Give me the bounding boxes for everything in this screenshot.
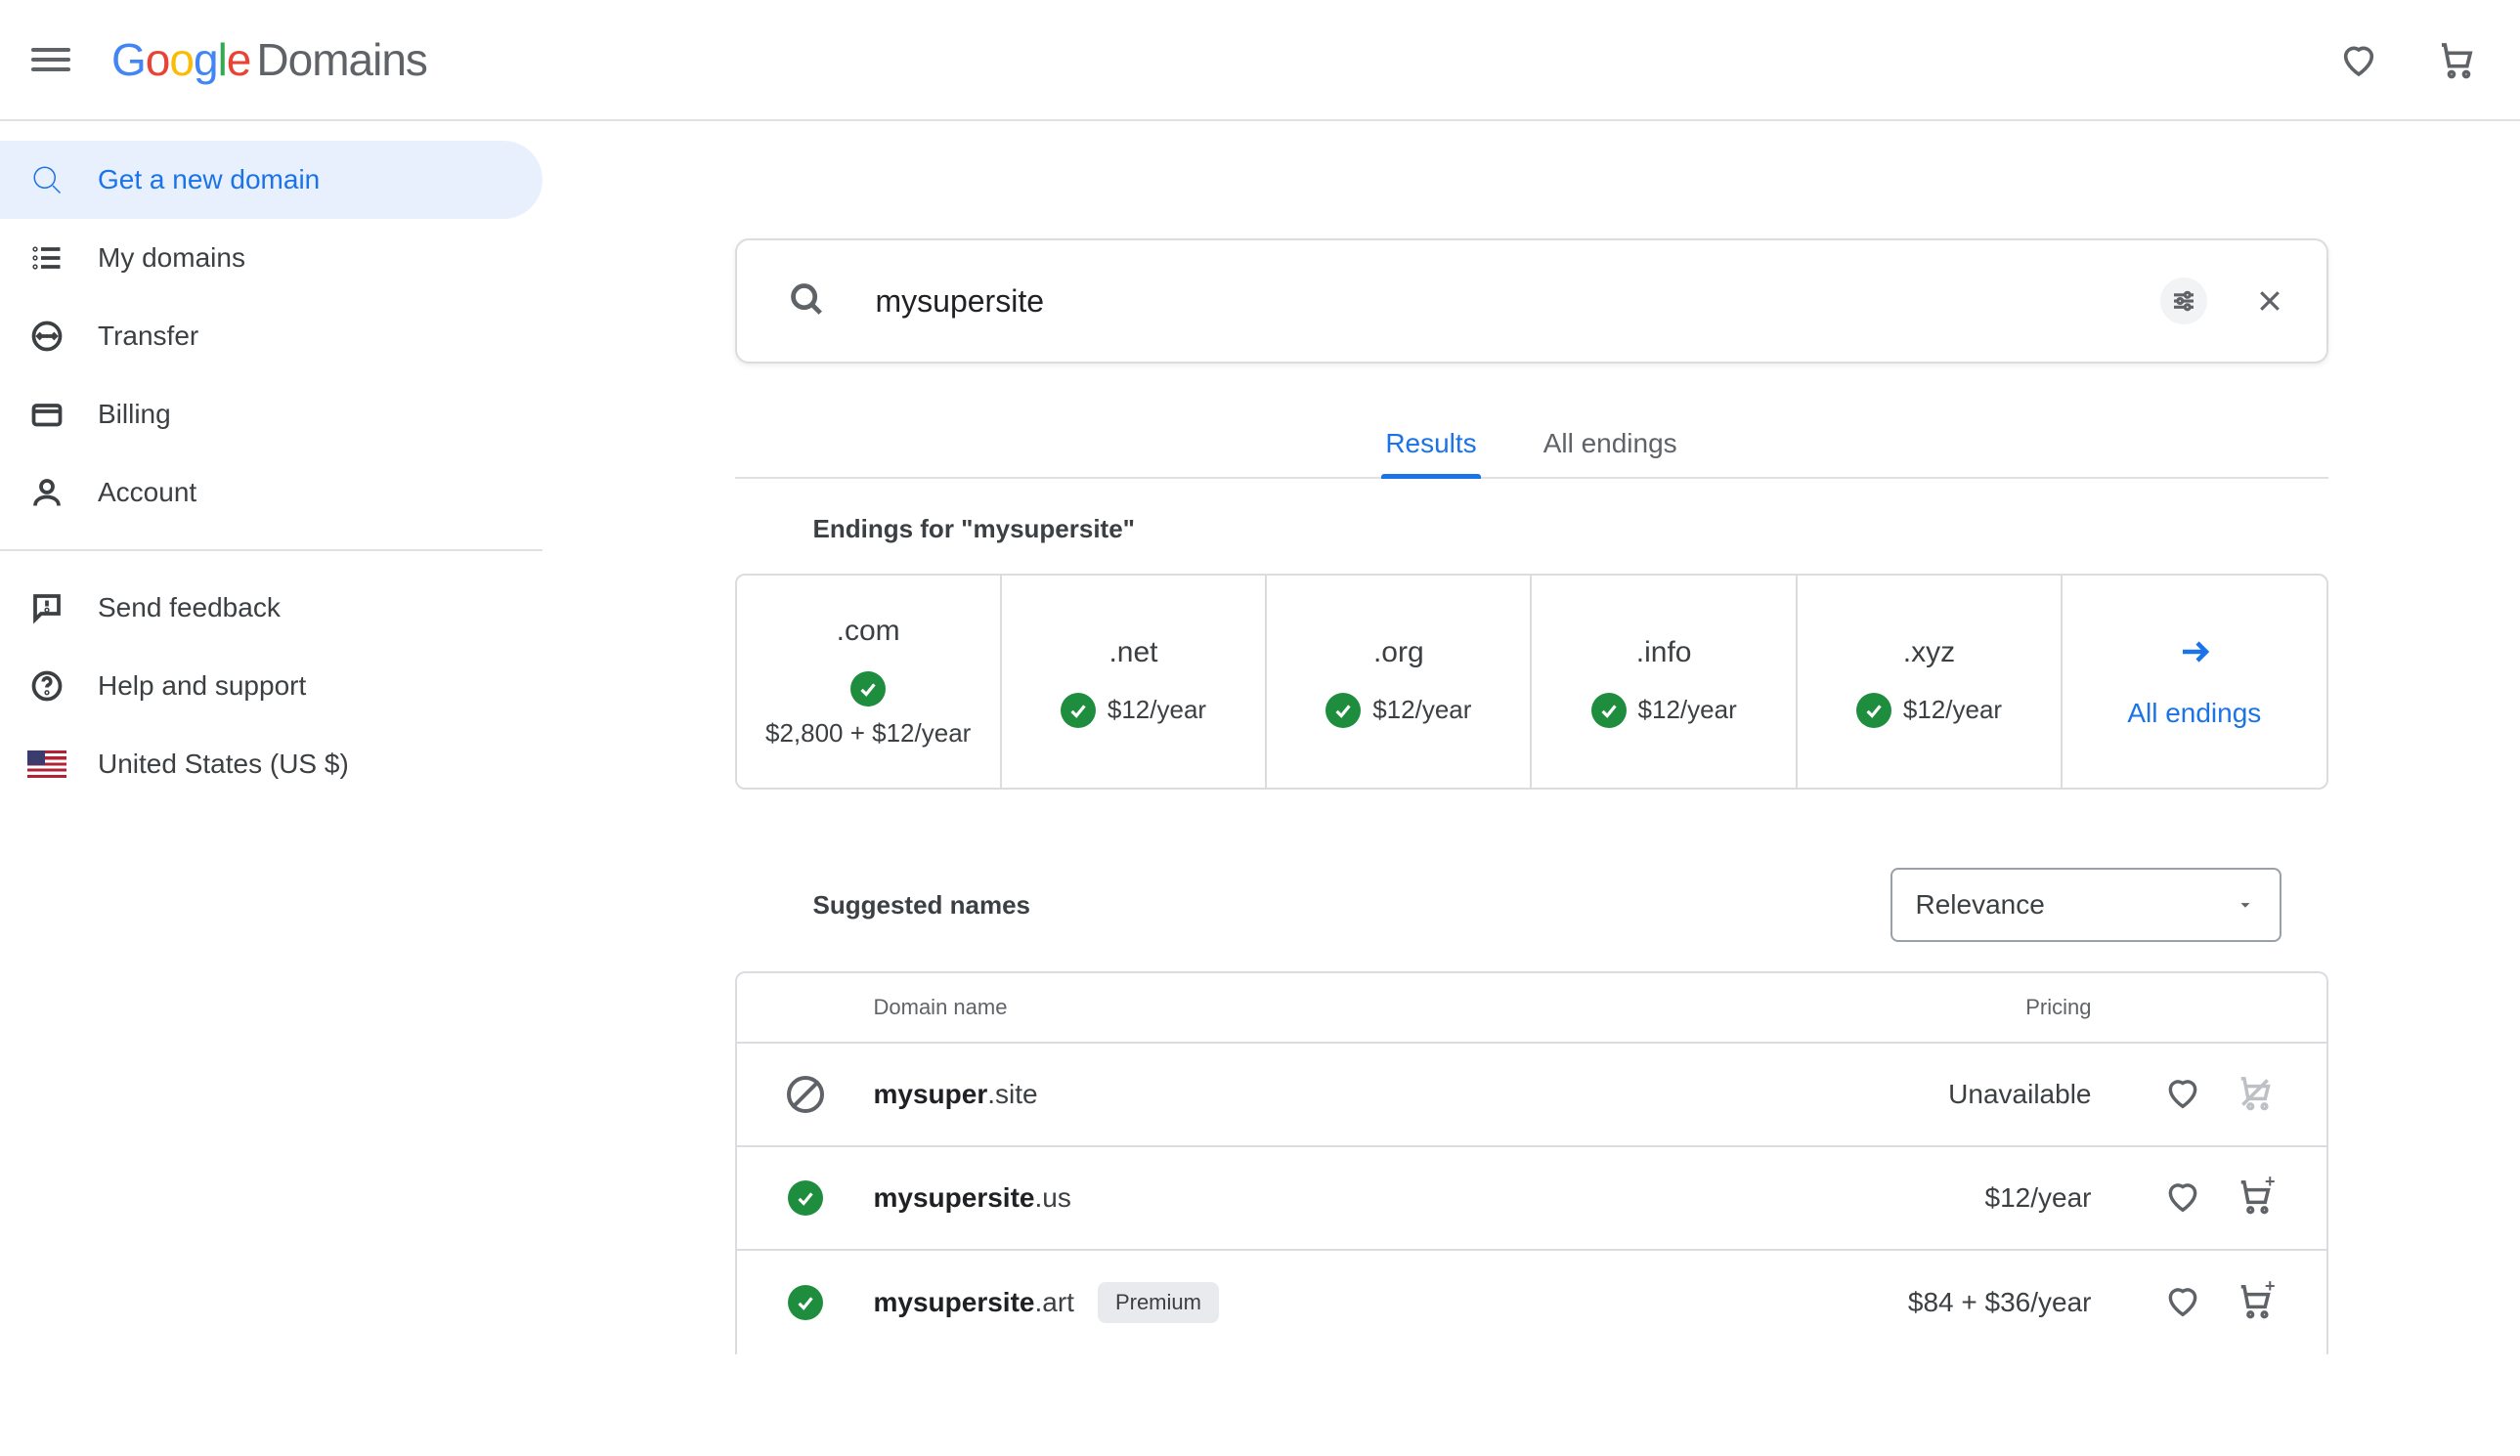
sidebar-item-label: Billing <box>98 399 171 430</box>
ending-price: $12/year <box>1638 695 1737 725</box>
ending-tld: .info <box>1636 636 1692 669</box>
sidebar-item-label: Send feedback <box>98 592 281 623</box>
ending-tld: .net <box>1108 636 1157 669</box>
clear-search-button[interactable] <box>2246 278 2293 324</box>
sidebar-item-billing[interactable]: Billing <box>0 375 543 453</box>
heart-icon[interactable] <box>2164 1074 2201 1116</box>
chevron-down-icon <box>2235 894 2256 916</box>
sidebar-item-label: Help and support <box>98 670 306 702</box>
domain-ext: .site <box>987 1079 1037 1109</box>
ending-tld: .xyz <box>1903 636 1955 669</box>
arrow-right-icon <box>2177 634 2212 674</box>
tab-all-endings[interactable]: All endings <box>1540 410 1681 477</box>
ending-price: $2,800 + $12/year <box>765 718 971 748</box>
table-row[interactable]: mysupersite.us $12/year + <box>737 1147 2326 1251</box>
results-table-header: Domain name Pricing <box>737 973 2326 1044</box>
cart-icon[interactable] <box>2432 35 2481 84</box>
domain-base: mysupersite <box>874 1287 1035 1317</box>
row-price: Unavailable <box>1948 1079 2091 1110</box>
check-icon <box>1325 693 1361 728</box>
help-icon <box>27 666 66 706</box>
sidebar-item-get-new-domain[interactable]: Get a new domain <box>0 141 543 219</box>
ending-cell-xyz[interactable]: .xyz $12/year <box>1798 576 2063 788</box>
sidebar-item-feedback[interactable]: Send feedback <box>0 569 543 647</box>
endings-title: Endings for "mysupersite" <box>813 514 2328 544</box>
unavailable-icon <box>787 1076 824 1113</box>
heart-icon[interactable] <box>2164 1282 2201 1324</box>
sidebar-item-my-domains[interactable]: My domains <box>0 219 543 297</box>
sidebar: Get a new domain My domains Transfer Bil… <box>0 121 543 1354</box>
search-icon <box>27 160 66 199</box>
product-name: Domains <box>256 33 427 86</box>
ending-price: $12/year <box>1372 695 1471 725</box>
cart-disabled-icon <box>2237 1074 2274 1116</box>
search-icon <box>788 280 825 322</box>
domain-search-input[interactable] <box>874 282 2160 321</box>
credit-card-icon <box>27 395 66 434</box>
results-table: Domain name Pricing mysuper.site Unavail… <box>735 971 2328 1354</box>
ending-cell-org[interactable]: .org $12/year <box>1267 576 1532 788</box>
sidebar-item-label: My domains <box>98 242 245 274</box>
table-row[interactable]: mysupersite.art Premium $84 + $36/year + <box>737 1251 2326 1354</box>
sidebar-item-transfer[interactable]: Transfer <box>0 297 543 375</box>
sort-select[interactable]: Relevance <box>1890 868 2281 942</box>
check-icon <box>1591 693 1627 728</box>
suggested-header: Suggested names Relevance <box>735 868 2328 942</box>
check-icon <box>850 671 886 707</box>
domain-base: mysuper <box>874 1079 988 1109</box>
col-domain-label: Domain name <box>874 995 1008 1020</box>
domain-search-box <box>735 238 2328 364</box>
results-tabs: Results All endings <box>735 410 2328 479</box>
transfer-icon <box>27 317 66 356</box>
sidebar-item-label: Get a new domain <box>98 164 320 195</box>
endings-grid: .com $2,800 + $12/year .net $12/year .or… <box>735 574 2328 790</box>
google-domains-logo[interactable]: Google Domains <box>111 33 427 86</box>
feedback-icon <box>27 588 66 627</box>
sidebar-item-help[interactable]: Help and support <box>0 647 543 725</box>
divider <box>0 549 543 551</box>
check-icon <box>788 1180 823 1216</box>
domain-base: mysupersite <box>874 1182 1035 1213</box>
sidebar-item-label: Account <box>98 477 196 508</box>
app-header: Google Domains <box>0 0 2520 121</box>
add-to-cart-icon[interactable]: + <box>2237 1178 2274 1220</box>
row-price: $12/year <box>1985 1182 2092 1214</box>
search-filters-button[interactable] <box>2160 278 2207 324</box>
suggested-title: Suggested names <box>813 890 1890 921</box>
table-row[interactable]: mysuper.site Unavailable <box>737 1044 2326 1147</box>
ending-tld: .org <box>1373 636 1424 669</box>
all-endings-label: All endings <box>2127 698 2261 729</box>
sidebar-item-label: United States (US $) <box>98 749 349 780</box>
menu-icon[interactable] <box>31 40 70 79</box>
check-icon <box>1061 693 1096 728</box>
ending-price: $12/year <box>1903 695 2002 725</box>
col-pricing-label: Pricing <box>2025 995 2091 1020</box>
ending-cell-all[interactable]: All endings <box>2063 576 2325 788</box>
ending-cell-com[interactable]: .com $2,800 + $12/year <box>737 576 1002 788</box>
sidebar-item-account[interactable]: Account <box>0 453 543 532</box>
ending-tld: .com <box>837 615 900 648</box>
premium-badge: Premium <box>1098 1282 1219 1323</box>
favorites-icon[interactable] <box>2334 35 2383 84</box>
sidebar-item-label: Transfer <box>98 321 198 352</box>
domain-ext: .us <box>1034 1182 1070 1213</box>
tab-results[interactable]: Results <box>1381 410 1480 477</box>
sort-label: Relevance <box>1916 889 2045 921</box>
ending-cell-info[interactable]: .info $12/year <box>1532 576 1797 788</box>
heart-icon[interactable] <box>2164 1178 2201 1220</box>
list-icon <box>27 238 66 278</box>
person-icon <box>27 473 66 512</box>
add-to-cart-icon[interactable]: + <box>2237 1282 2274 1324</box>
us-flag-icon <box>27 750 66 778</box>
row-price: $84 + $36/year <box>1908 1287 2092 1318</box>
main-content: Results All endings Endings for "mysuper… <box>543 121 2520 1354</box>
check-icon <box>1856 693 1891 728</box>
ending-price: $12/year <box>1108 695 1206 725</box>
ending-cell-net[interactable]: .net $12/year <box>1002 576 1267 788</box>
check-icon <box>788 1285 823 1320</box>
domain-ext: .art <box>1034 1287 1073 1317</box>
sidebar-item-region[interactable]: United States (US $) <box>0 725 543 803</box>
